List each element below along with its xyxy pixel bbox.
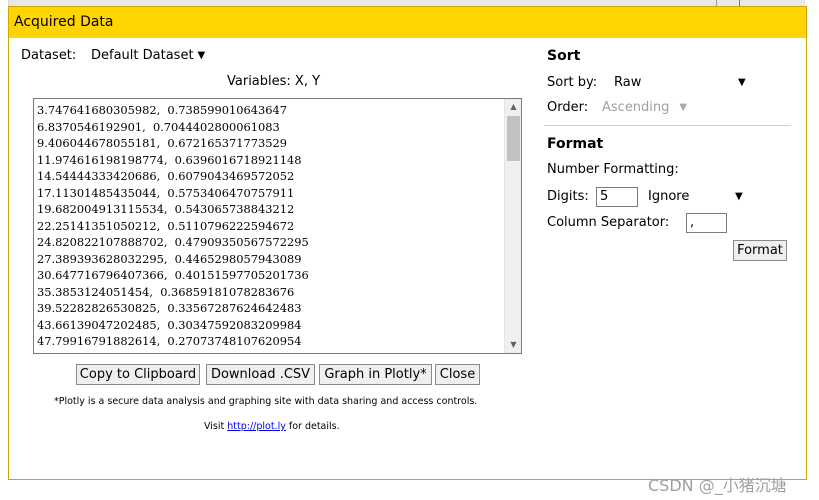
download-csv-button[interactable]: Download .CSV xyxy=(206,364,315,385)
plotly-link[interactable]: http://plot.ly xyxy=(227,421,286,432)
data-line: 19.682004913115534, 0.543065738843212 xyxy=(37,202,295,216)
data-line: 47.79916791882614, 0.27073748107620954 xyxy=(37,334,302,348)
watermark-text: CSDN @_小猪沉塘 xyxy=(648,476,787,495)
column-separator-label: Column Separator: xyxy=(547,215,670,230)
order-label: Order: xyxy=(547,100,589,115)
digits-mode-value: Ignore xyxy=(648,189,690,204)
chevron-down-icon: ▼ xyxy=(679,102,688,113)
scroll-down-arrow-icon[interactable]: ▼ xyxy=(505,337,521,353)
data-line: 39.52282826530825, 0.33567287624642483 xyxy=(37,301,302,315)
close-button[interactable]: Close xyxy=(435,364,480,385)
data-line: 22.25141351050212, 0.5110796222594672 xyxy=(37,218,295,233)
digits-label: Digits: xyxy=(547,189,589,204)
format-heading: Format xyxy=(547,136,604,152)
data-line: 35.3853124051454, 0.36859181078283676 xyxy=(37,284,295,299)
data-line: 14.54444333420686, 0.6079043469572052 xyxy=(37,169,295,183)
data-line: 24.820822107888702, 0.47909350567572295 xyxy=(37,235,309,249)
number-formatting-label: Number Formatting: xyxy=(547,162,679,177)
scrollbar-thumb[interactable] xyxy=(507,116,520,161)
acquired-data-dialog: Acquired Data Dataset: Default Dataset ▼ … xyxy=(8,6,807,480)
sort-by-select-value: Raw xyxy=(614,75,642,90)
format-button[interactable]: Format xyxy=(733,240,787,261)
digits-mode-select[interactable]: Ignore ▼ xyxy=(648,189,743,204)
plotly-footnote: *Plotly is a secure data analysis and gr… xyxy=(54,396,478,407)
variables-label: Variables: X, Y xyxy=(227,74,321,89)
sort-heading: Sort xyxy=(547,48,581,64)
section-divider xyxy=(544,125,791,126)
background-right-edge xyxy=(805,0,819,500)
order-select-value: Ascending xyxy=(602,100,670,115)
sort-by-select[interactable]: Raw ▼ xyxy=(614,75,746,90)
visit-note: Visit http://plot.ly for details. xyxy=(204,421,340,432)
textarea-scrollbar[interactable]: ▲ ▼ xyxy=(504,99,521,353)
dataset-select-value: Default Dataset xyxy=(91,48,194,63)
data-line: 30.647716796407366, 0.40151597705201736 xyxy=(37,268,309,282)
dialog-title: Acquired Data xyxy=(9,7,806,38)
graph-in-plotly-button[interactable]: Graph in Plotly* xyxy=(319,364,432,385)
data-line: 43.66139047202485, 0.30347592083209984 xyxy=(37,317,302,332)
sort-by-label: Sort by: xyxy=(547,75,598,90)
data-line: 11.974616198198774, 0.6396016718921148 xyxy=(37,152,302,167)
scroll-up-arrow-icon[interactable]: ▲ xyxy=(505,99,521,115)
data-textarea[interactable]: 3.747641680305982, 0.738599010643647 6.83… xyxy=(33,98,522,354)
data-text: 3.747641680305982, 0.738599010643647 6.83… xyxy=(37,102,503,354)
digits-input[interactable]: 5 xyxy=(596,187,638,207)
chevron-down-icon: ▼ xyxy=(735,191,743,202)
order-select[interactable]: Ascending ▼ xyxy=(602,100,687,115)
dataset-select[interactable]: Default Dataset ▼ xyxy=(91,48,205,63)
data-line: 51.93746853890431, 0.23836003088136293 xyxy=(37,350,503,354)
data-line: 9.406044678055181, 0.672165371773529 xyxy=(37,136,288,150)
visit-prefix: Visit xyxy=(204,421,228,432)
copy-to-clipboard-button[interactable]: Copy to Clipboard xyxy=(76,364,200,385)
data-line: 27.389393628032295, 0.4465298057943089 xyxy=(37,251,302,266)
visit-suffix: for details. xyxy=(285,421,340,432)
data-line: 3.747641680305982, 0.738599010643647 xyxy=(37,103,288,117)
dataset-label: Dataset: xyxy=(21,48,77,63)
column-separator-input[interactable]: , xyxy=(686,213,727,233)
chevron-down-icon: ▼ xyxy=(738,77,746,88)
data-line: 17.11301485435044, 0.5753406470757911 xyxy=(37,185,295,200)
chevron-down-icon: ▼ xyxy=(197,50,206,61)
data-line: 6.8370546192901, 0.7044402800061083 xyxy=(37,119,280,134)
